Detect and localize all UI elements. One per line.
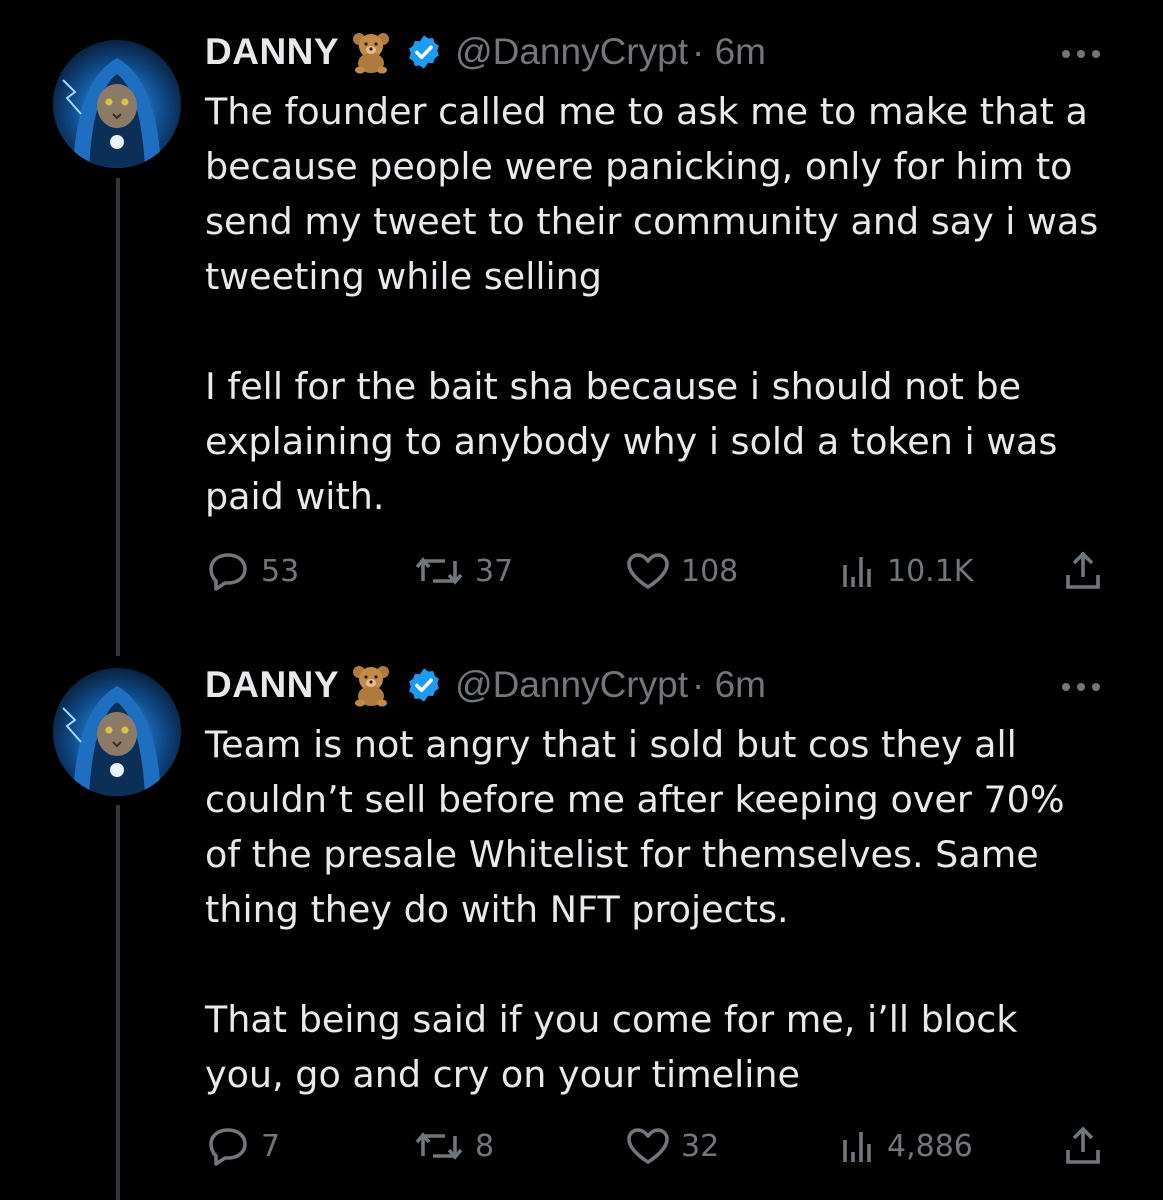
more-icon[interactable]	[1059, 46, 1103, 60]
avatar[interactable]	[53, 668, 181, 796]
retweet-count: 8	[475, 1128, 495, 1164]
reply-button[interactable]: 7	[205, 1126, 280, 1166]
display-name[interactable]: DANNY	[205, 664, 339, 706]
handle[interactable]: @DannyCrypt	[455, 31, 688, 73]
reply-count: 7	[261, 1128, 281, 1164]
retweet-button[interactable]: 8	[413, 1126, 494, 1166]
tweet-text: Team is not angry that i sold but cos th…	[205, 723, 1065, 1096]
like-icon	[627, 553, 669, 589]
teddy-bear-icon	[349, 663, 393, 707]
tweet-header: DANNY @DannyCrypt · 6m	[205, 27, 766, 77]
views-count: 10.1K	[887, 553, 974, 589]
retweet-icon	[415, 1132, 463, 1160]
like-icon	[627, 1128, 669, 1164]
tweet[interactable]: DANNY @DannyCrypt · 6m The founder calle…	[0, 0, 1163, 640]
action-bar: 7 8 32 4,886	[205, 1126, 1105, 1170]
retweet-button[interactable]: 37	[413, 551, 513, 591]
views-icon	[843, 557, 871, 587]
reply-count: 53	[261, 553, 300, 589]
share-button[interactable]	[1063, 1126, 1103, 1166]
like-button[interactable]: 108	[625, 551, 738, 591]
reply-icon	[209, 1128, 247, 1166]
views-button[interactable]: 10.1K	[837, 551, 973, 591]
retweet-count: 37	[475, 553, 514, 589]
avatar[interactable]	[53, 40, 181, 168]
verified-badge-icon	[405, 33, 443, 71]
share-icon	[1066, 551, 1100, 589]
reply-icon	[209, 553, 247, 591]
tweet-header: DANNY @DannyCrypt · 6m	[205, 660, 766, 710]
verified-badge-icon	[405, 666, 443, 704]
timestamp[interactable]: · 6m	[692, 31, 766, 73]
display-name[interactable]: DANNY	[205, 31, 339, 73]
action-bar: 53 37 108 10.1K	[205, 551, 1105, 595]
teddy-bear-icon	[349, 30, 393, 74]
share-icon	[1066, 1126, 1100, 1164]
timestamp[interactable]: · 6m	[692, 664, 766, 706]
like-count: 108	[681, 553, 739, 589]
more-icon[interactable]	[1059, 679, 1103, 693]
views-count: 4,886	[887, 1128, 973, 1164]
views-button[interactable]: 4,886	[837, 1126, 973, 1166]
views-icon	[843, 1132, 871, 1162]
like-count: 32	[681, 1128, 720, 1164]
tweet[interactable]: DANNY @DannyCrypt · 6m Team is not angry…	[0, 640, 1163, 1200]
tweet-text: The founder called me to ask me to make …	[205, 90, 1099, 518]
retweet-icon	[415, 557, 463, 585]
handle[interactable]: @DannyCrypt	[455, 664, 688, 706]
share-button[interactable]	[1063, 551, 1103, 591]
like-button[interactable]: 32	[625, 1126, 719, 1166]
reply-button[interactable]: 53	[205, 551, 299, 591]
